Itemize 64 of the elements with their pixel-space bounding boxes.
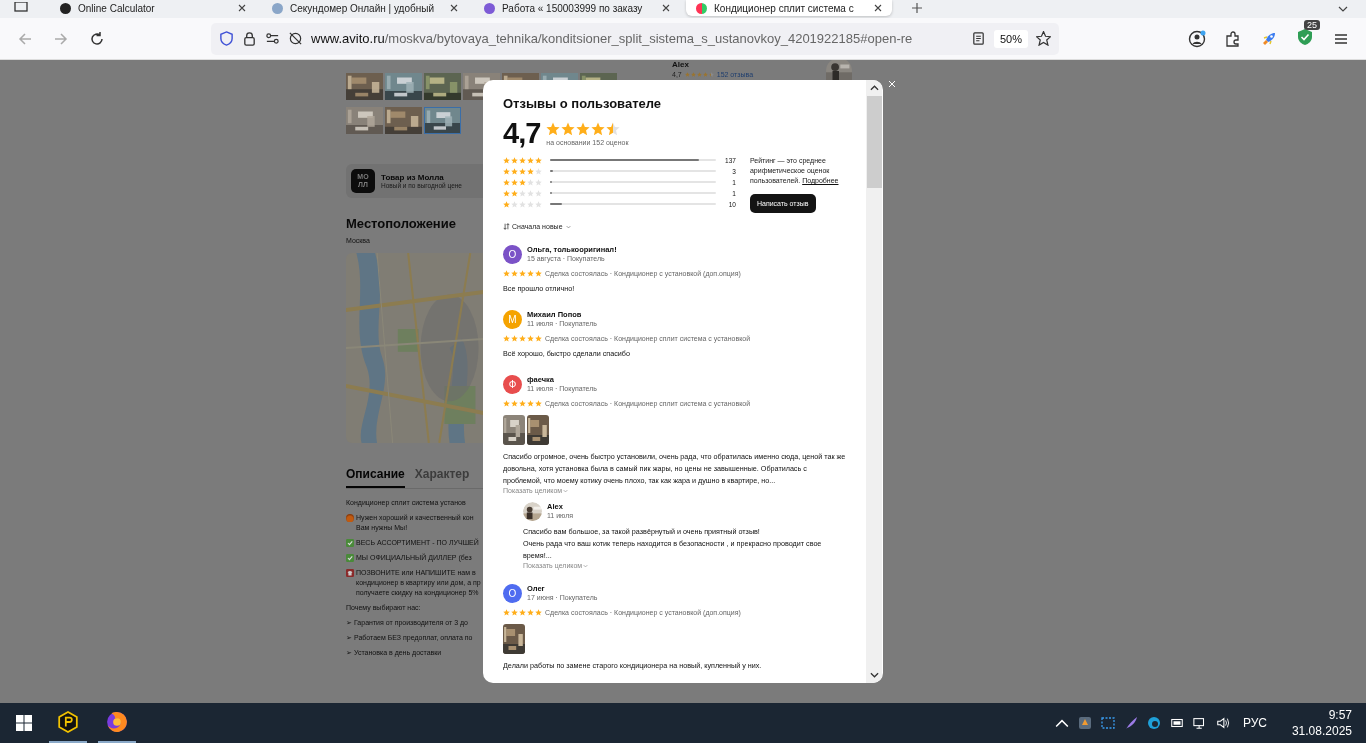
section-heading: Местоположение bbox=[346, 216, 456, 231]
avatar: О bbox=[503, 584, 522, 603]
bookmark-star-icon[interactable] bbox=[1036, 31, 1051, 46]
thumbnail[interactable] bbox=[424, 73, 461, 100]
tab-list-icon[interactable] bbox=[14, 2, 28, 12]
feather-icon[interactable] bbox=[1123, 716, 1138, 730]
battery-icon[interactable] bbox=[1169, 716, 1184, 730]
new-tab-icon[interactable] bbox=[912, 3, 922, 13]
thumbnail[interactable] bbox=[346, 107, 383, 134]
network-icon[interactable] bbox=[1192, 716, 1207, 730]
hexagon-icon bbox=[57, 711, 79, 733]
thumbnail[interactable] bbox=[385, 73, 422, 100]
scroll-thumb[interactable] bbox=[866, 96, 882, 188]
address-bar[interactable]: www.avito.ru/moskva/bytovaya_tehnika/konditsioner_split_sistema_s_ustanovkoy_4201922185#open-re 50% bbox=[211, 22, 1059, 55]
review-photo[interactable] bbox=[527, 415, 549, 445]
volume-icon[interactable] bbox=[1215, 716, 1230, 730]
puzzle-icon[interactable] bbox=[1224, 29, 1242, 48]
chevron-down-icon[interactable] bbox=[1338, 6, 1348, 12]
browser-tab[interactable]: Секундомер Онлайн | удобный bbox=[262, 0, 468, 16]
review-photo[interactable] bbox=[503, 415, 525, 445]
thumbnail[interactable] bbox=[424, 107, 461, 134]
reader-view-icon[interactable] bbox=[970, 31, 986, 46]
close-icon[interactable] bbox=[874, 4, 882, 12]
shield-check-icon[interactable] bbox=[1296, 27, 1314, 46]
thumbnail[interactable] bbox=[385, 107, 422, 134]
caret-icon bbox=[563, 488, 569, 493]
avatar: Ф bbox=[503, 375, 522, 394]
caret-icon bbox=[583, 563, 589, 568]
clock[interactable]: 9:57 31.08.2025 bbox=[1291, 707, 1352, 739]
seller-name: Alex bbox=[672, 60, 690, 69]
url-text: www.avito.ru/moskva/bytovaya_tehnika/konditsioner_split_sistema_s_ustanovkoy_4201922185#open-re bbox=[311, 31, 914, 46]
avatar: М bbox=[503, 310, 522, 329]
dialog-title: Отзывы о пользователе bbox=[503, 96, 663, 111]
windows-start-icon[interactable] bbox=[16, 715, 32, 731]
browser-tab[interactable]: Кондиционер сплит система с bbox=[686, 0, 892, 16]
card-title: Товар из Молла bbox=[381, 173, 444, 182]
thumbnail[interactable] bbox=[346, 73, 383, 100]
zoom-level-button[interactable]: 50% bbox=[993, 29, 1028, 48]
check-icon bbox=[346, 539, 354, 547]
tracking-off-icon bbox=[288, 31, 303, 46]
caret-icon bbox=[565, 224, 571, 229]
browser-tab[interactable]: Работа « 150003999 по заказу bbox=[474, 0, 680, 16]
chevron-down-icon[interactable] bbox=[869, 672, 879, 678]
count-badge: 25 bbox=[1304, 19, 1320, 30]
shield-icon bbox=[219, 31, 234, 46]
app-tray-icon[interactable] bbox=[1077, 716, 1092, 730]
close-icon[interactable] bbox=[662, 4, 670, 12]
sort-icon bbox=[503, 223, 510, 230]
avatar: О bbox=[503, 245, 522, 264]
review-photo[interactable] bbox=[503, 624, 525, 654]
account-icon[interactable] bbox=[1188, 29, 1206, 48]
check-icon bbox=[346, 554, 354, 562]
rating-value: 4,7 bbox=[503, 117, 541, 150]
language-indicator[interactable]: РУС bbox=[1242, 716, 1267, 730]
screenshot-icon[interactable] bbox=[1100, 716, 1115, 730]
reload-icon[interactable] bbox=[89, 30, 105, 47]
section-tab[interactable]: Описание bbox=[346, 467, 405, 488]
permissions-icon bbox=[265, 31, 280, 46]
close-icon[interactable] bbox=[238, 4, 246, 12]
browser-icon bbox=[106, 711, 128, 733]
close-icon[interactable] bbox=[450, 4, 458, 12]
lock-icon bbox=[242, 31, 257, 46]
browser-tab[interactable]: Online Calculator bbox=[50, 0, 256, 16]
chevron-up-icon[interactable] bbox=[869, 85, 879, 91]
